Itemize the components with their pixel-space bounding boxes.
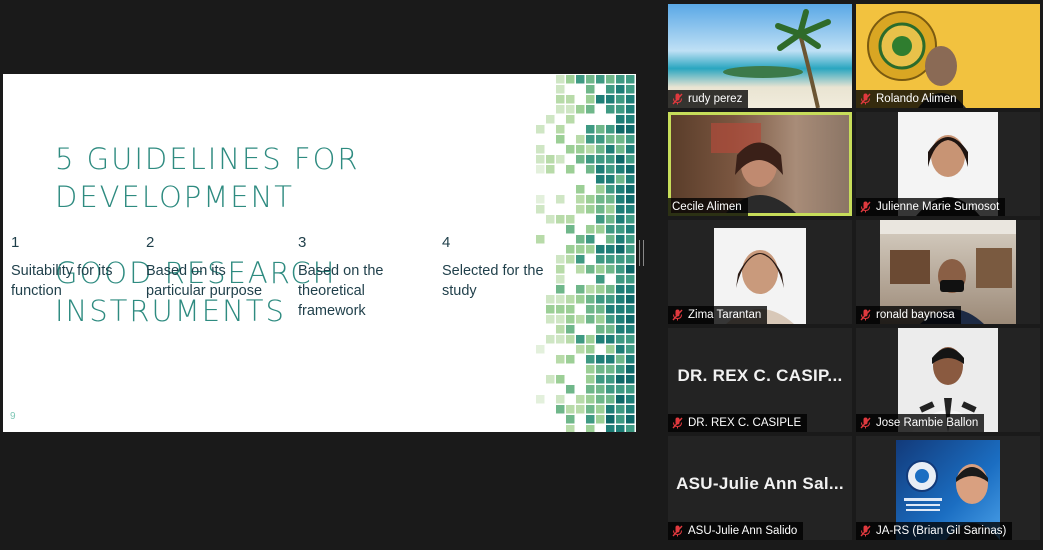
muted-mic-icon [860,93,871,105]
participant-name: Rolando Alimen [876,93,957,105]
participant-tile-jose-rambie-ballon[interactable]: Jose Rambie Ballon [856,328,1040,432]
slide-title-line1: 5 GUIDELINES FOR DEVELOPMENT [55,142,360,214]
muted-mic-icon [672,93,683,105]
guideline-text: Based on the theoretical framework [298,263,384,319]
name-tag: Zima Tarantan [668,306,768,324]
participant-name: Julienne Marie Sumosot [876,201,1000,213]
muted-mic-icon [672,525,683,537]
name-tag: DR. REX C. CASIPLE [668,414,808,432]
participant-tile-julienne-marie-sumosot[interactable]: Julienne Marie Sumosot [856,112,1040,216]
participant-tile-brian-gil-sarinas[interactable]: JA-RS (Brian Gil Sarinas) [856,436,1040,540]
participant-name: Zima Tarantan [688,309,762,321]
participant-name: DR. REX C. CASIPLE [688,417,802,429]
muted-mic-icon [672,309,683,321]
slide-page-number: 9 [10,411,16,422]
name-tag: JA-RS (Brian Gil Sarinas) [856,522,1013,540]
participant-tile-dr-rex-casiple[interactable]: DR. REX C. CASIP... DR. REX C. CASIPLE [668,328,852,432]
participant-name: ASU-Julie Ann Salido [688,525,798,537]
name-tag: Jose Rambie Ballon [856,414,985,432]
guideline-text: Suitability for its function [11,263,113,299]
presentation-slide: 5 GUIDELINES FOR DEVELOPMENT GOOD RESEAR… [3,74,636,432]
name-tag: rudy perez [668,90,749,108]
participant-tile-cecile-alimen[interactable]: Cecile Alimen [668,112,852,216]
participant-name: JA-RS (Brian Gil Sarinas) [876,525,1007,537]
split-resize-handle[interactable] [639,240,644,266]
name-tag: Cecile Alimen [668,198,748,216]
participant-tile-zima-tarantan[interactable]: Zima Tarantan [668,220,852,324]
muted-mic-icon [672,417,683,429]
participant-name: Jose Rambie Ballon [876,417,979,429]
participant-display-name: DR. REX C. CASIP... [677,366,843,385]
participant-tile-asu-julie-ann-salido[interactable]: ASU-Julie Ann Sal... ASU-Julie Ann Salid… [668,436,852,540]
shared-screen: 5 GUIDELINES FOR DEVELOPMENT GOOD RESEAR… [0,0,644,550]
guideline-1: 1 Suitability for its function [11,234,136,301]
decorative-mosaic [536,75,635,432]
muted-mic-icon [860,309,871,321]
participant-display-name: ASU-Julie Ann Sal... [676,474,844,493]
participant-name: rudy perez [688,93,743,105]
guideline-number: 2 [146,234,155,251]
participant-tile-rolando-alimen[interactable]: Rolando Alimen [856,4,1040,108]
participant-tile-rudy-perez[interactable]: rudy perez [668,4,852,108]
guideline-number: 3 [298,234,307,251]
guideline-3: 3 Based on the theoretical framework [298,234,403,321]
guideline-2: 2 Based on its particular purpose [146,234,276,301]
guideline-number: 1 [11,234,20,251]
muted-mic-icon [860,201,871,213]
participant-gallery: rudy perez Rolando Alimen Cecile Alimen … [668,4,1042,548]
participant-name: Cecile Alimen [672,201,742,213]
participant-name: ronald baynosa [876,309,955,321]
muted-mic-icon [860,417,871,429]
participant-tile-ronald-baynosa[interactable]: ronald baynosa [856,220,1040,324]
name-tag: ASU-Julie Ann Salido [668,522,804,540]
name-tag: ronald baynosa [856,306,961,324]
guideline-text: Based on its particular purpose [146,263,263,299]
muted-mic-icon [860,525,871,537]
name-tag: Rolando Alimen [856,90,963,108]
name-tag: Julienne Marie Sumosot [856,198,1006,216]
